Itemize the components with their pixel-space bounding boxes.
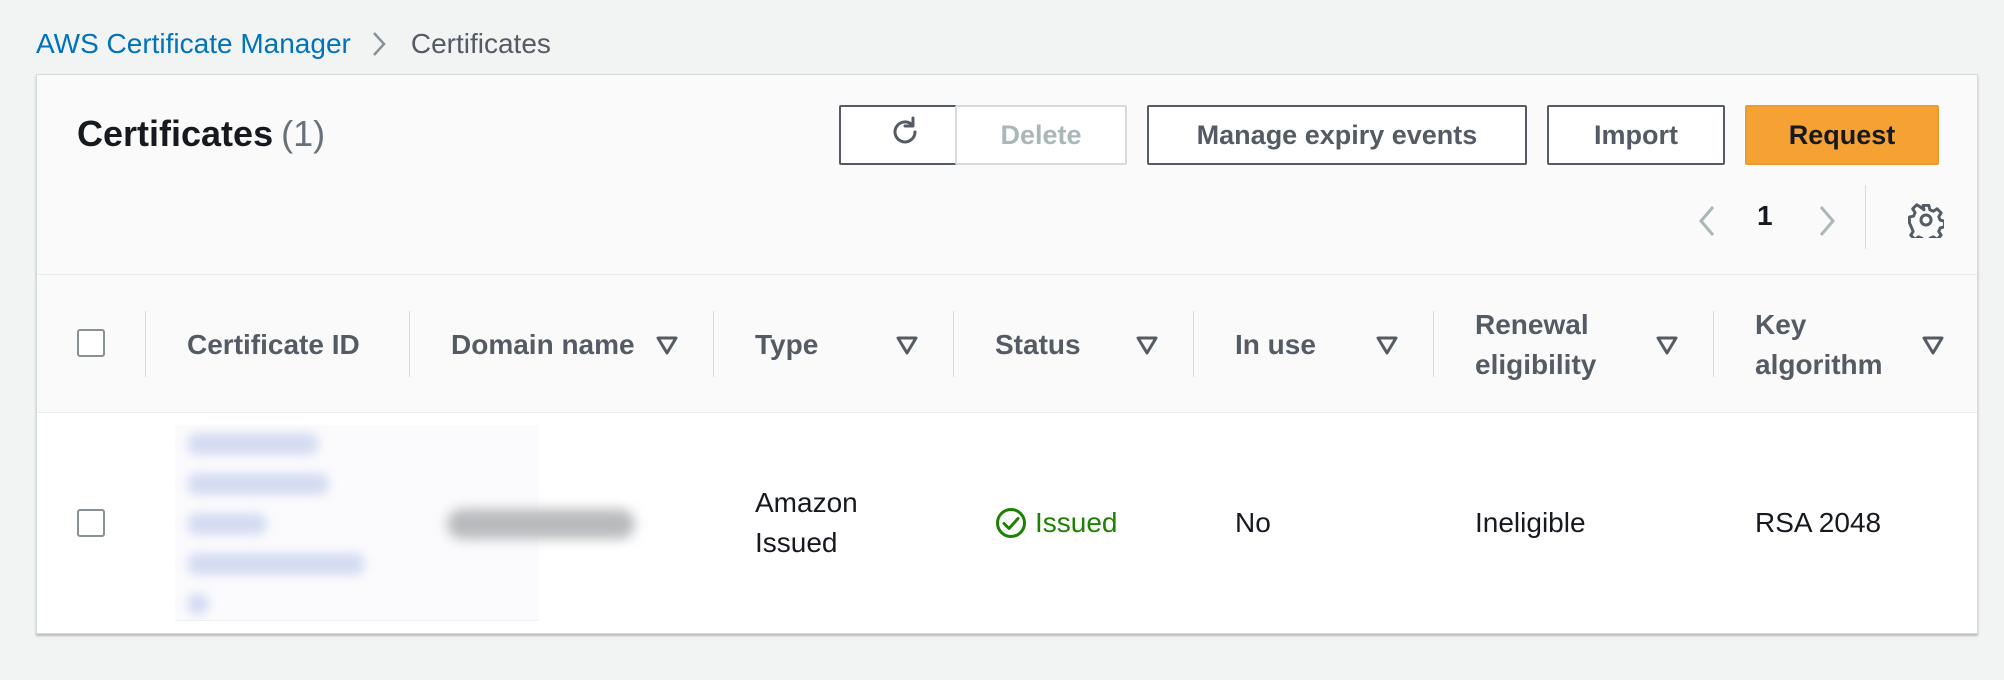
breadcrumb-current: Certificates [410,28,551,59]
cell-renewal-eligibility: Ineligible [1475,507,1586,538]
column-header-domain-name[interactable]: Domain name [451,305,635,385]
column-header-certificate-id[interactable]: Certificate ID [187,305,360,385]
table-row[interactable]: Amazon Issued Issued No Ineligible RSA 2… [37,413,1977,633]
certificates-panel: Certificates (1) Delete Manage expiry eve… [36,74,1978,634]
column-header-status[interactable]: Status [995,305,1081,385]
refresh-button[interactable] [839,105,971,165]
column-divider [1713,311,1714,377]
column-header-in-use[interactable]: In use [1235,305,1316,385]
column-divider [409,311,410,377]
cell-key-algorithm: RSA 2048 [1755,507,1882,538]
column-header-key-algorithm[interactable]: Key algorithm [1755,305,1895,385]
select-all-checkbox[interactable] [77,329,105,357]
page-number[interactable]: 1 [1757,200,1773,232]
column-divider [1433,311,1434,377]
manage-expiry-events-button[interactable]: Manage expiry events [1147,105,1527,165]
cell-status: Issued [995,503,1118,543]
column-divider [1193,311,1194,377]
sort-triangle-icon[interactable] [1375,333,1399,357]
previous-page-button[interactable] [1687,193,1727,253]
preferences-button[interactable] [1895,191,1957,253]
page-title: Certificates (1) [77,113,325,155]
redacted-text [187,433,319,455]
column-header-renewal-eligibility[interactable]: Renewal eligibility [1475,305,1645,385]
pager-divider [1865,185,1866,249]
sort-triangle-icon[interactable] [895,333,919,357]
import-button[interactable]: Import [1547,105,1725,165]
sort-triangle-icon[interactable] [1921,333,1945,357]
certificate-count: (1) [281,113,326,154]
sort-triangle-icon[interactable] [1655,333,1679,357]
redacted-text [187,553,365,575]
column-divider [953,311,954,377]
gear-icon [1908,202,1946,244]
next-page-button[interactable] [1807,193,1847,253]
domain-name-redacted [447,509,635,539]
sort-triangle-icon[interactable] [1135,333,1159,357]
panel-header: Certificates (1) Delete Manage expiry eve… [37,75,1977,275]
column-divider [145,311,146,377]
chevron-right-icon [371,30,387,58]
request-button[interactable]: Request [1745,105,1939,165]
sort-triangle-icon[interactable] [655,333,679,357]
status-text: Issued [1035,507,1118,538]
redacted-text [187,593,209,615]
refresh-icon [887,114,923,157]
cell-type: Amazon Issued [755,487,858,558]
column-header-type[interactable]: Type [755,305,818,385]
delete-button[interactable]: Delete [955,105,1127,165]
cell-in-use: No [1235,507,1271,538]
breadcrumb-link-acm[interactable]: AWS Certificate Manager [36,28,351,60]
breadcrumb: AWS Certificate Manager Certificates [36,24,551,64]
chevron-right-icon [1817,204,1837,243]
table-header: Certificate ID Domain name Type Status I… [37,275,1977,413]
chevron-left-icon [1697,204,1717,243]
redacted-text [187,473,329,495]
column-divider [713,311,714,377]
title-text: Certificates [77,113,274,154]
redacted-text [187,513,267,535]
check-circle-icon [995,507,1027,539]
row-select-checkbox[interactable] [77,509,105,537]
